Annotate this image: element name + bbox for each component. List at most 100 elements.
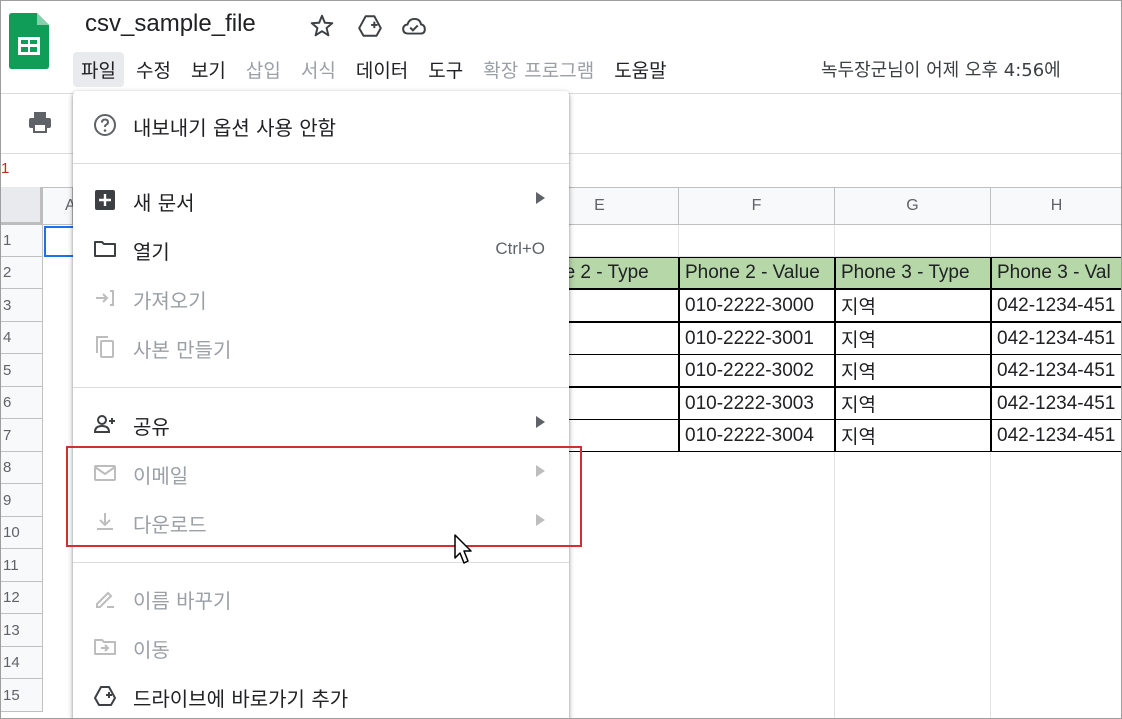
highlight-annotation-box <box>66 446 582 547</box>
table-cell[interactable]: 010-2222-3002 <box>679 354 835 387</box>
row-header[interactable]: 3 <box>1 289 43 322</box>
menu-item-label: 내보내기 옵션 사용 안함 <box>133 116 337 140</box>
menu-item-label: 이름 바꾸기 <box>133 589 232 613</box>
plus-box-icon <box>95 190 115 210</box>
menu-file[interactable]: 파일 <box>73 51 124 87</box>
table-cell[interactable]: 010-2222-3003 <box>679 387 835 420</box>
menu-format[interactable]: 서식 <box>293 52 344 87</box>
table-cell[interactable] <box>679 225 835 257</box>
help-icon <box>94 114 116 136</box>
table-cell[interactable]: 지역 <box>835 387 991 420</box>
active-cell-selection[interactable] <box>44 226 76 257</box>
column-header-h[interactable]: H <box>991 187 1121 225</box>
row-header[interactable]: 6 <box>1 387 43 419</box>
menu-item-add-drive-shortcut[interactable]: 드라이브에 바로가기 추가 <box>73 673 569 718</box>
row-header[interactable]: 14 <box>1 647 43 679</box>
menu-item-open[interactable]: 열기 Ctrl+O <box>73 226 569 272</box>
app-window: csv_sample_file 파일 수정 보기 삽입 서식 데이터 도구 확장… <box>0 0 1122 719</box>
row-header[interactable]: 13 <box>1 614 43 647</box>
menu-edit[interactable]: 수정 <box>128 52 179 87</box>
document-title[interactable]: csv_sample_file <box>85 10 256 38</box>
row-header[interactable]: 2 <box>1 257 43 289</box>
menu-insert[interactable]: 삽입 <box>238 52 289 87</box>
person-add-icon <box>93 415 115 433</box>
file-menu-dropdown: 내보내기 옵션 사용 안함 새 문서 열기 Ctrl+O 가져오기 사본 만들기… <box>73 91 569 718</box>
table-cell[interactable]: 042-1234-451 <box>991 322 1121 355</box>
cloud-saved-icon[interactable] <box>401 13 427 39</box>
submenu-arrow-icon <box>536 416 545 428</box>
table-cell[interactable]: 지역 <box>835 354 991 387</box>
import-icon <box>96 290 114 306</box>
column-header-f[interactable]: F <box>679 187 835 225</box>
menu-item-make-copy[interactable]: 사본 만들기 <box>73 324 569 370</box>
empty-cell-area[interactable] <box>679 452 835 718</box>
table-cell[interactable]: 042-1234-451 <box>991 419 1121 452</box>
table-header-cell[interactable]: Phone 2 - Value <box>679 257 835 289</box>
move-to-drive-icon[interactable] <box>357 13 383 39</box>
menu-item-rename[interactable]: 이름 바꾸기 <box>73 575 569 621</box>
menu-item-label: 공유 <box>133 415 170 439</box>
star-icon[interactable] <box>309 13 335 39</box>
column-header-g[interactable]: G <box>835 187 991 225</box>
select-all-corner[interactable] <box>1 187 43 225</box>
menu-divider <box>73 163 569 164</box>
menubar: 파일 수정 보기 삽입 서식 데이터 도구 확장 프로그램 도움말 <box>73 49 679 89</box>
table-cell[interactable] <box>835 225 991 257</box>
column-header-a[interactable]: A <box>43 187 76 225</box>
menu-item-new[interactable]: 새 문서 <box>73 177 569 223</box>
menu-item-label: 이동 <box>133 638 170 662</box>
last-edit-link[interactable]: 녹두장군님이 어제 오후 4:56에 <box>821 56 1061 82</box>
keyboard-shortcut: Ctrl+O <box>495 239 545 258</box>
folder-icon <box>94 241 116 257</box>
menu-item-label: 가져오기 <box>133 289 207 313</box>
menu-item-label: 열기 <box>133 240 170 264</box>
row-header[interactable]: 1 <box>1 225 43 257</box>
table-cell[interactable] <box>991 225 1121 257</box>
menu-item-import[interactable]: 가져오기 <box>73 275 569 321</box>
row-header[interactable]: 12 <box>1 582 43 614</box>
menu-data[interactable]: 데이터 <box>348 52 416 87</box>
row-header[interactable]: 15 <box>1 679 43 712</box>
rename-icon <box>96 591 114 608</box>
mouse-pointer-icon <box>454 534 472 564</box>
menu-view[interactable]: 보기 <box>183 52 234 87</box>
table-header-cell[interactable]: Phone 3 - Val <box>991 257 1121 289</box>
menu-tools[interactable]: 도구 <box>420 52 471 87</box>
table-cell[interactable]: 042-1234-451 <box>991 387 1121 420</box>
sheets-logo-icon[interactable] <box>9 13 49 69</box>
row-header[interactable]: 4 <box>1 322 43 354</box>
menu-help[interactable]: 도움말 <box>606 52 674 87</box>
table-cell[interactable]: 010-2222-3000 <box>679 289 835 322</box>
submenu-arrow-icon <box>536 192 545 204</box>
drive-shortcut-icon <box>94 686 116 706</box>
row-header[interactable]: 10 <box>1 517 43 549</box>
print-icon[interactable] <box>27 110 53 134</box>
empty-cell-area[interactable] <box>835 452 991 718</box>
table-cell[interactable]: 지역 <box>835 419 991 452</box>
menu-extensions[interactable]: 확장 프로그램 <box>475 52 602 87</box>
menu-divider <box>73 562 569 563</box>
menu-item-label: 새 문서 <box>133 191 195 215</box>
copy-icon <box>96 336 114 358</box>
empty-cell-area[interactable] <box>991 452 1121 718</box>
row-header[interactable]: 9 <box>1 484 43 517</box>
menu-divider <box>73 387 569 388</box>
row-header[interactable]: 8 <box>1 452 43 484</box>
table-cell[interactable]: 042-1234-451 <box>991 354 1121 387</box>
table-cell[interactable]: 010-2222-3001 <box>679 322 835 355</box>
table-cell[interactable]: 010-2222-3004 <box>679 419 835 452</box>
row-header[interactable]: 11 <box>1 549 43 582</box>
name-box[interactable]: 1 <box>1 160 9 177</box>
row-header[interactable]: 5 <box>1 354 43 387</box>
menu-item-label: 드라이브에 바로가기 추가 <box>133 687 349 711</box>
table-cell[interactable]: 지역 <box>835 322 991 355</box>
menu-item-move[interactable]: 이동 <box>73 624 569 670</box>
menu-item-disable-export-options[interactable]: 내보내기 옵션 사용 안함 <box>73 102 569 148</box>
row-header[interactable]: 7 <box>1 419 43 452</box>
table-cell[interactable]: 지역 <box>835 289 991 322</box>
menu-item-share[interactable]: 공유 <box>73 401 569 447</box>
menu-item-label: 사본 만들기 <box>133 338 232 362</box>
table-cell[interactable] <box>569 225 679 257</box>
table-header-cell[interactable]: Phone 3 - Type <box>835 257 991 289</box>
table-cell[interactable]: 042-1234-451 <box>991 289 1121 322</box>
